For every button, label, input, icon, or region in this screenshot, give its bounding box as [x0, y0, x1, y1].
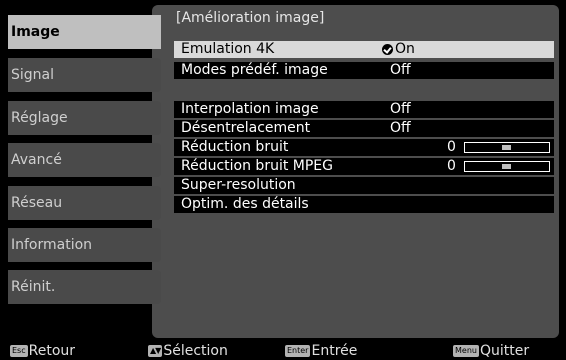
arrows-key-icon: ▲▼ [148, 345, 163, 357]
row-label: Optim. des détails [181, 196, 309, 212]
esc-key-icon: Esc [10, 345, 28, 357]
slider-thumb[interactable] [502, 164, 511, 169]
row-value: 0 [447, 139, 456, 155]
settings-panel: [Amélioration image] Emulation 4K On Mod… [152, 5, 559, 338]
noise-reduction-slider[interactable] [464, 142, 550, 153]
row-label: Modes prédéf. image [181, 62, 328, 78]
row-emulation-4k[interactable]: Emulation 4K On [174, 41, 554, 58]
sidebar-item-reglage[interactable]: Réglage [8, 101, 161, 135]
hint-label: Retour [28, 343, 76, 359]
row-desentrelacement[interactable]: Désentrelacement Off [174, 120, 554, 137]
row-value: On [395, 41, 415, 57]
row-reduction-bruit-mpeg[interactable]: Réduction bruit MPEG 0 [174, 158, 554, 175]
footer-hints: Esc Retour ▲▼ Sélection Enter Entrée Menu Qu… [0, 340, 566, 360]
row-label: Réduction bruit MPEG [181, 158, 333, 174]
row-value: Off [390, 101, 411, 117]
row-label: Interpolation image [181, 101, 319, 117]
hint-label: Sélection [163, 343, 228, 359]
hint-select: ▲▼ Sélection [148, 343, 228, 359]
mpeg-noise-reduction-slider[interactable] [464, 161, 550, 172]
sidebar-item-information[interactable]: Information [8, 228, 161, 262]
hint-back: Esc Retour [10, 343, 75, 359]
row-value: Off [390, 62, 411, 78]
projector-menu: [Amélioration image] Emulation 4K On Mod… [8, 0, 559, 338]
sidebar-item-image[interactable]: Image [8, 15, 161, 49]
row-label: Réduction bruit [181, 139, 289, 155]
menu-key-icon: Menu [453, 345, 479, 357]
hint-label: Quitter [479, 343, 530, 359]
sidebar-item-reinit[interactable]: Réinit. [8, 270, 161, 304]
hint-label: Entrée [311, 343, 358, 359]
panel-title: [Amélioration image] [176, 10, 325, 26]
hint-enter: Enter Entrée [285, 343, 357, 359]
slider-thumb[interactable] [502, 145, 511, 150]
row-value: 0 [447, 158, 456, 174]
row-label: Désentrelacement [181, 120, 311, 136]
sidebar-item-signal[interactable]: Signal [8, 58, 161, 92]
hint-quit: Menu Quitter [453, 343, 529, 359]
enter-key-icon: Enter [285, 345, 311, 357]
row-modes-predef-image[interactable]: Modes prédéf. image Off [174, 62, 554, 79]
sidebar-item-reseau[interactable]: Réseau [8, 186, 161, 220]
sidebar-item-avance[interactable]: Avancé [8, 143, 161, 177]
row-reduction-bruit[interactable]: Réduction bruit 0 [174, 139, 554, 156]
row-interpolation-image[interactable]: Interpolation image Off [174, 101, 554, 118]
row-label: Emulation 4K [181, 41, 275, 57]
row-value: Off [390, 120, 411, 136]
row-optim-details[interactable]: Optim. des détails [174, 196, 554, 213]
row-super-resolution[interactable]: Super-resolution [174, 177, 554, 194]
selected-check-icon [382, 44, 393, 55]
row-label: Super-resolution [181, 177, 296, 193]
